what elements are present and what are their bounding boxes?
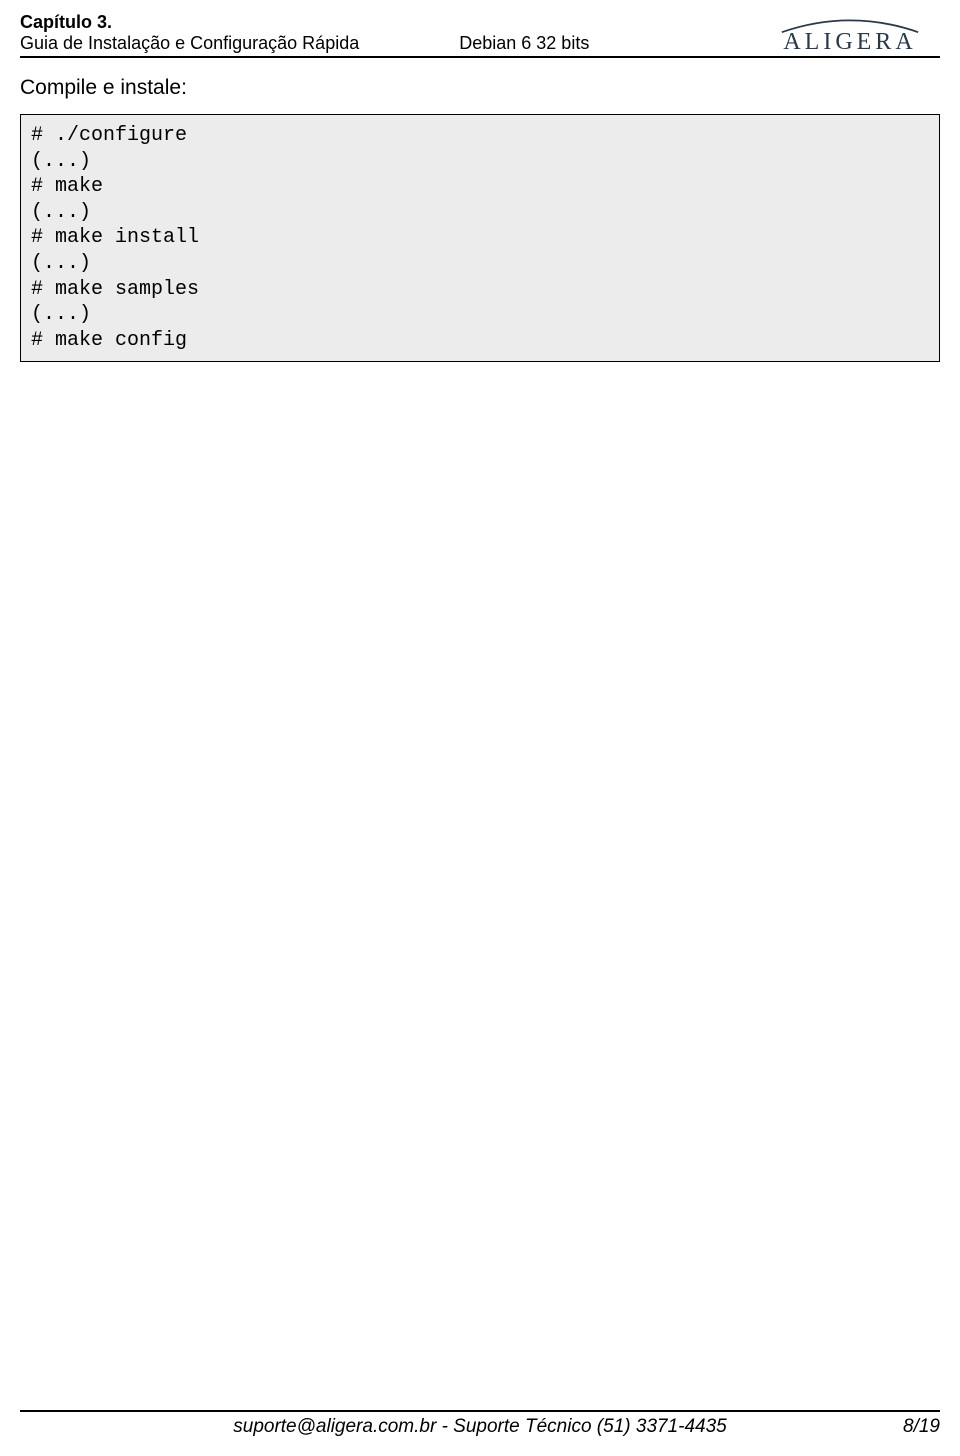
code-line: (...): [31, 303, 91, 326]
chapter-title: Capítulo 3.: [20, 12, 760, 33]
page-header: Capítulo 3. Guia de Instalação e Configu…: [20, 12, 940, 58]
logo: ALIGERA: [760, 14, 940, 54]
guide-title: Guia de Instalação e Configuração Rápida: [20, 33, 359, 54]
code-line: # make samples: [31, 278, 199, 301]
footer-contact: suporte@aligera.com.br - Suporte Técnico…: [20, 1416, 940, 1438]
code-line: (...): [31, 150, 91, 173]
intro-text: Compile e instale:: [20, 76, 940, 100]
logo-text: ALIGERA: [783, 30, 916, 54]
code-line: # ./configure: [31, 124, 187, 147]
code-line: # make config: [31, 329, 187, 352]
page-footer: . suporte@aligera.com.br - Suporte Técni…: [20, 1410, 940, 1438]
code-line: (...): [31, 252, 91, 275]
code-line: (...): [31, 201, 91, 224]
distro-label: Debian 6 32 bits: [459, 33, 589, 54]
footer-page-number: 8/19: [903, 1416, 940, 1438]
code-block: # ./configure (...) # make (...) # make …: [20, 114, 940, 362]
code-line: # make: [31, 175, 103, 198]
code-line: # make install: [31, 226, 199, 249]
